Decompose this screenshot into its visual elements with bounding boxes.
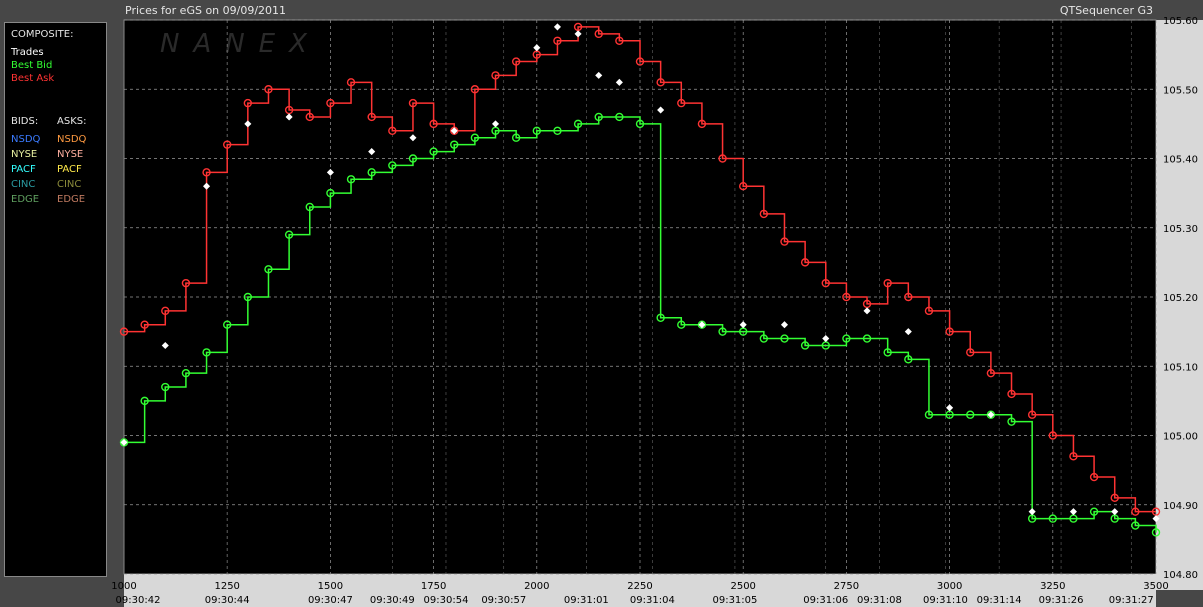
x-tick-label-7: 2750 (834, 581, 859, 592)
x-tick-label-1: 1250 (214, 581, 239, 592)
time-label-13: 09:31:26 (1039, 595, 1084, 606)
time-label-2: 09:30:47 (308, 595, 353, 606)
x-tick-label-5: 2250 (627, 581, 652, 592)
time-label-14: 09:31:27 (1109, 595, 1154, 606)
x-tick-label-0: 1000 (111, 581, 136, 592)
x-tick-label-3: 1750 (421, 581, 446, 592)
y-tick-label-1: 104.90 (1163, 501, 1198, 512)
time-label-3: 09:30:49 (370, 595, 415, 606)
time-label-6: 09:31:01 (564, 595, 609, 606)
x-tick-label-6: 2500 (730, 581, 755, 592)
x-tick-label-9: 3250 (1040, 581, 1065, 592)
y-tick-label-5: 105.30 (1163, 224, 1198, 235)
y-tick-label-7: 105.50 (1163, 85, 1198, 96)
watermark-logo: NANEX (160, 29, 321, 59)
time-label-0: 09:30:42 (116, 595, 161, 606)
time-label-7: 09:31:04 (630, 595, 675, 606)
y-tick-label-4: 105.20 (1163, 293, 1198, 304)
time-label-9: 09:31:06 (803, 595, 848, 606)
price-chart[interactable]: NANEX 104.80 104.90 105.00 105.10 105.20 105.… (0, 0, 1203, 607)
y-tick-label-0: 104.80 (1163, 570, 1198, 581)
x-tick-label-10: 3500 (1143, 581, 1168, 592)
time-label-11: 09:31:10 (923, 595, 968, 606)
y-tick-label-2: 105.00 (1163, 432, 1198, 443)
time-label-5: 09:30:57 (481, 595, 526, 606)
y-tick-label-8: 105.60 (1163, 16, 1198, 27)
y-tick-label-6: 105.40 (1163, 155, 1198, 166)
x-tick-label-8: 3000 (937, 581, 962, 592)
x-tick-label-2: 1500 (318, 581, 343, 592)
time-label-8: 09:31:05 (712, 595, 757, 606)
y-tick-label-3: 105.10 (1163, 362, 1198, 373)
time-label-4: 09:30:54 (424, 595, 469, 606)
time-label-10: 09:31:08 (857, 595, 902, 606)
time-label-12: 09:31:14 (977, 595, 1022, 606)
x-tick-label-4: 2000 (524, 581, 549, 592)
time-label-1: 09:30:44 (205, 595, 250, 606)
